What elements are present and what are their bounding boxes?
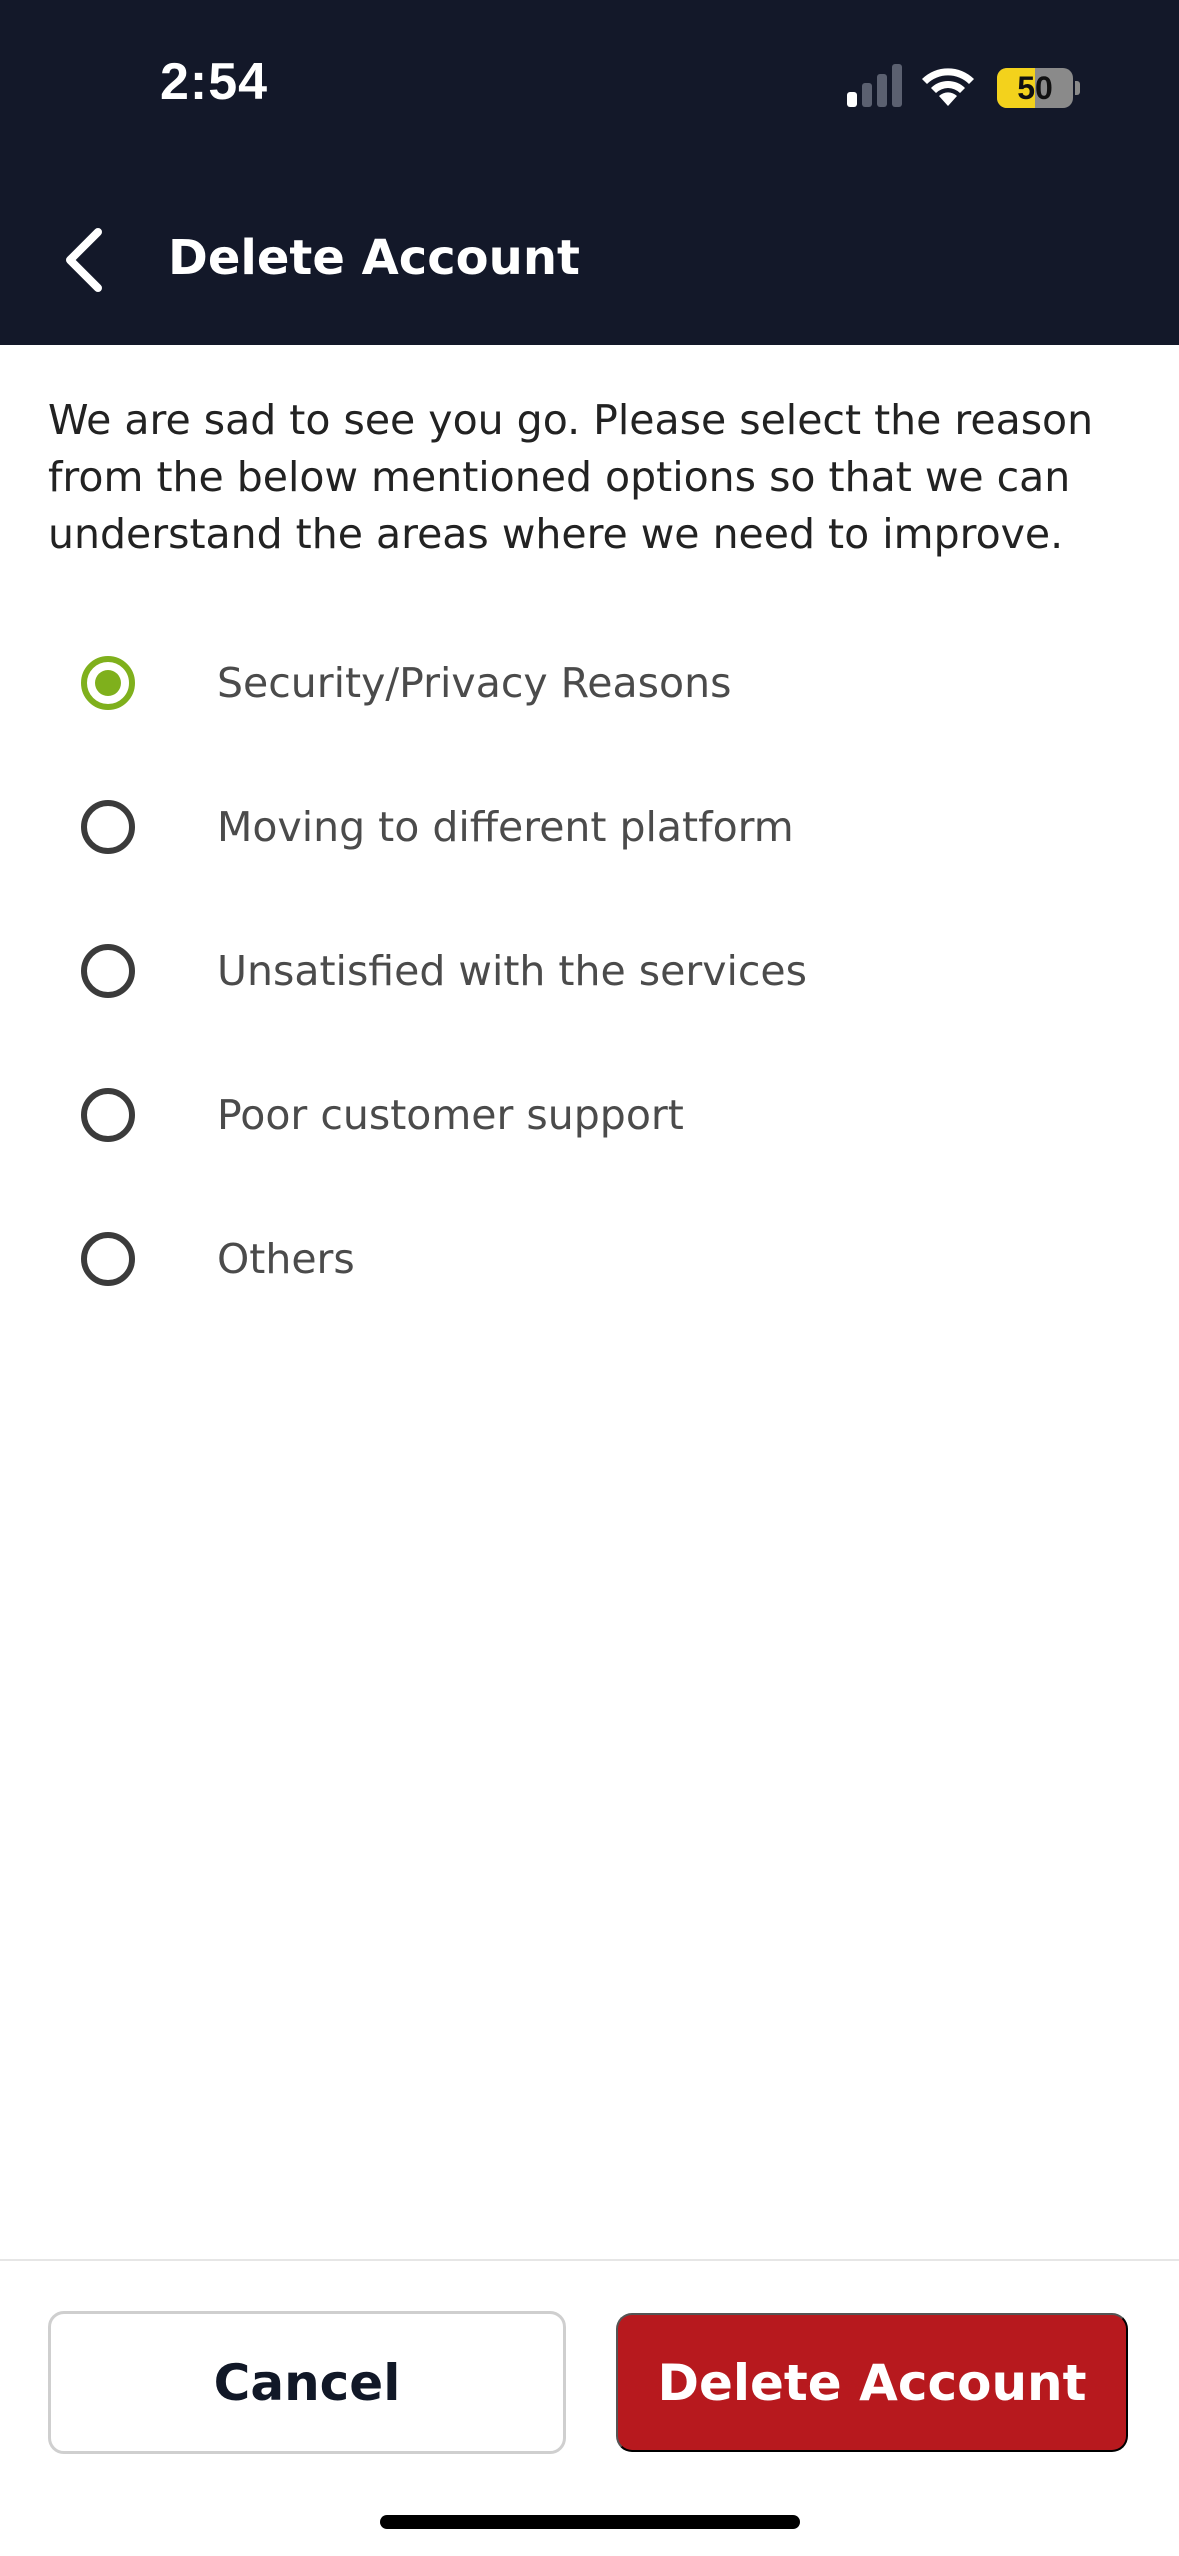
battery-cap	[1075, 81, 1080, 95]
radio-button-icon[interactable]	[81, 1232, 135, 1286]
reason-option[interactable]: Others	[0, 1188, 1179, 1332]
header-bar: 2:54 50 Delete Account	[0, 0, 1179, 345]
wifi-icon	[922, 68, 974, 106]
radio-button-icon[interactable]	[81, 800, 135, 854]
delete-account-button[interactable]: Delete Account	[616, 2313, 1128, 2452]
page-title: Delete Account	[168, 230, 580, 286]
radio-button-icon[interactable]	[81, 944, 135, 998]
reason-option[interactable]: Unsatisfied with the services	[0, 900, 1179, 1044]
reason-options: Security/Privacy Reasons Moving to diffe…	[0, 612, 1179, 1332]
cellular-signal-icon	[847, 64, 902, 107]
radio-button-icon[interactable]	[81, 1088, 135, 1142]
battery-body: 50	[997, 68, 1073, 108]
home-indicator[interactable]	[380, 2515, 800, 2529]
reason-label: Security/Privacy Reasons	[217, 659, 732, 707]
reason-label: Poor customer support	[217, 1091, 684, 1139]
reason-option[interactable]: Moving to different platform	[0, 756, 1179, 900]
battery-percent: 50	[1017, 70, 1053, 106]
reason-option[interactable]: Poor customer support	[0, 1044, 1179, 1188]
status-time: 2:54	[160, 53, 269, 111]
reason-label: Others	[217, 1235, 355, 1283]
reason-label: Moving to different platform	[217, 803, 794, 851]
delete-account-screen: 2:54 50 Delete Account We are sad to see…	[0, 0, 1179, 2556]
intro-text: We are sad to see you go. Please select …	[48, 396, 1094, 558]
chevron-left-icon	[66, 228, 102, 292]
battery-charging-icon: 50	[997, 68, 1081, 108]
radio-button-icon[interactable]	[81, 656, 135, 710]
reason-option[interactable]: Security/Privacy Reasons	[0, 612, 1179, 756]
reason-label: Unsatisfied with the services	[217, 947, 807, 995]
cancel-button[interactable]: Cancel	[48, 2311, 566, 2454]
back-button[interactable]	[50, 220, 120, 300]
footer-divider	[0, 2259, 1179, 2261]
